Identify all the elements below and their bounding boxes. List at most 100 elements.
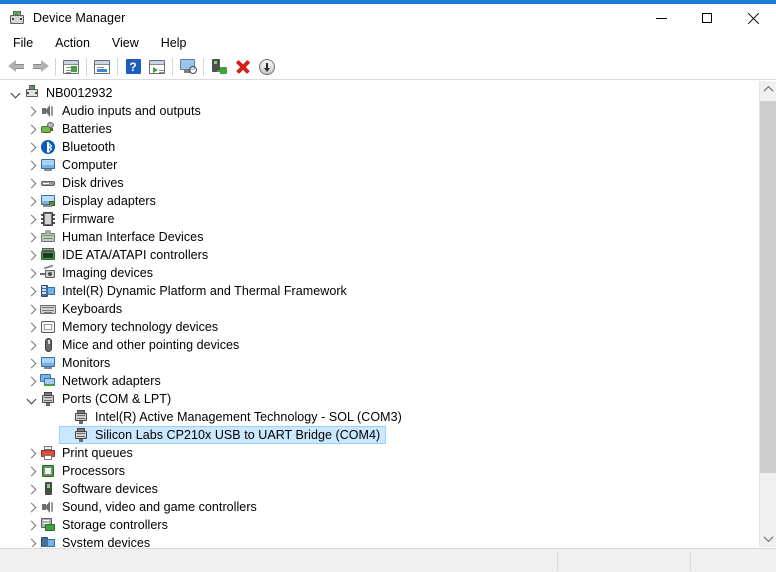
tree-row[interactable]: Intel(R) Active Management Technology - … (0, 408, 756, 426)
chevron-right-icon[interactable] (24, 516, 40, 534)
chevron-right-icon[interactable] (24, 534, 40, 547)
tree-row[interactable]: Human Interface Devices (0, 228, 756, 246)
scroll-thumb[interactable] (760, 101, 776, 473)
hid-icon (40, 229, 56, 245)
tree-row[interactable]: Imaging devices (0, 264, 756, 282)
tree-spacer (57, 426, 73, 444)
device-tree-pane[interactable]: NB0012932Audio inputs and outputsBatteri… (0, 81, 776, 547)
chevron-down-icon[interactable] (8, 84, 24, 102)
tree-row[interactable]: Bluetooth (0, 138, 756, 156)
window-title: Device Manager (33, 11, 125, 25)
tree-row-label: Memory technology devices (62, 318, 218, 336)
tree-row[interactable]: Print queues (0, 444, 756, 462)
minimize-button[interactable] (638, 4, 684, 32)
scroll-up-arrow[interactable] (760, 81, 776, 98)
firmware-chip-icon (40, 211, 56, 227)
port-icon (73, 409, 89, 425)
help-icon: ? (126, 59, 141, 74)
up-level-icon (63, 60, 79, 74)
computer-root-icon (24, 85, 40, 101)
tree-row[interactable]: Processors (0, 462, 756, 480)
toolbar-separator (172, 58, 173, 76)
tree-row[interactable]: NB0012932 (0, 84, 756, 102)
tree-row-label: Bluetooth (62, 138, 115, 156)
tree-row[interactable]: Software devices (0, 480, 756, 498)
tree-row[interactable]: IDE ATA/ATAPI controllers (0, 246, 756, 264)
tree-row-label: Display adapters (62, 192, 156, 210)
chevron-right-icon[interactable] (24, 336, 40, 354)
chevron-right-icon[interactable] (24, 174, 40, 192)
tree-row-label: Intel(R) Dynamic Platform and Thermal Fr… (62, 282, 347, 300)
tree-row-label: Imaging devices (62, 264, 153, 282)
chevron-right-icon[interactable] (24, 354, 40, 372)
chevron-right-icon[interactable] (24, 318, 40, 336)
tree-row-label: Mice and other pointing devices (62, 336, 239, 354)
tree-row[interactable]: Disk drives (0, 174, 756, 192)
menu-item-action[interactable]: Action (44, 34, 101, 53)
tree-row[interactable]: Mice and other pointing devices (0, 336, 756, 354)
maximize-button[interactable] (684, 4, 730, 32)
forward-arrow-icon (32, 60, 49, 73)
enable-device-button[interactable] (207, 55, 231, 79)
chevron-right-icon[interactable] (24, 120, 40, 138)
tree-row[interactable]: Intel(R) Dynamic Platform and Thermal Fr… (0, 282, 756, 300)
tree-row[interactable]: Firmware (0, 210, 756, 228)
scroll-down-arrow[interactable] (760, 530, 776, 547)
chevron-right-icon[interactable] (24, 498, 40, 516)
chevron-right-icon[interactable] (24, 372, 40, 390)
menu-item-help[interactable]: Help (150, 34, 198, 53)
uninstall-device-button[interactable] (231, 55, 255, 79)
menu-item-file[interactable]: File (9, 34, 44, 53)
chevron-down-icon[interactable] (24, 390, 40, 408)
enable-device-icon (211, 59, 227, 74)
tree-row[interactable]: Silicon Labs CP210x USB to UART Bridge (… (0, 426, 756, 444)
monitor-icon (40, 157, 56, 173)
bluetooth-icon (40, 139, 56, 155)
properties-button[interactable] (90, 55, 114, 79)
tree-row[interactable]: Display adapters (0, 192, 756, 210)
mouse-icon (40, 337, 56, 353)
menu-item-view[interactable]: View (101, 34, 150, 53)
chevron-right-icon[interactable] (24, 138, 40, 156)
tree-row[interactable]: System devices (0, 534, 756, 547)
tree-row[interactable]: Monitors (0, 354, 756, 372)
vertical-scrollbar[interactable] (759, 81, 776, 547)
forward-button[interactable] (28, 55, 52, 79)
chevron-right-icon[interactable] (24, 480, 40, 498)
tree-row[interactable]: Keyboards (0, 300, 756, 318)
tree-row-label: Disk drives (62, 174, 124, 192)
tree-row-label: Computer (62, 156, 117, 174)
close-button[interactable] (730, 4, 776, 32)
tree-row-label: Processors (62, 462, 125, 480)
tree-row[interactable]: Memory technology devices (0, 318, 756, 336)
chevron-right-icon[interactable] (24, 192, 40, 210)
chevron-right-icon[interactable] (24, 210, 40, 228)
up-one-level-button[interactable] (59, 55, 83, 79)
tree-row[interactable]: Storage controllers (0, 516, 756, 534)
chevron-right-icon[interactable] (24, 444, 40, 462)
tree-row[interactable]: Batteries (0, 120, 756, 138)
chevron-right-icon[interactable] (24, 156, 40, 174)
tree-row-label: Monitors (62, 354, 110, 372)
show-hidden-devices-button[interactable] (145, 55, 169, 79)
window-controls (638, 4, 776, 32)
chevron-right-icon[interactable] (24, 228, 40, 246)
chevron-right-icon[interactable] (24, 264, 40, 282)
tree-row-label: System devices (62, 534, 150, 547)
scan-for-hardware-changes-button[interactable] (176, 55, 200, 79)
chevron-right-icon[interactable] (24, 102, 40, 120)
tree-row[interactable]: Audio inputs and outputs (0, 102, 756, 120)
update-driver-button[interactable] (255, 55, 279, 79)
maximize-icon (702, 13, 712, 23)
tree-row[interactable]: Sound, video and game controllers (0, 498, 756, 516)
tree-row[interactable]: Computer (0, 156, 756, 174)
chevron-right-icon[interactable] (24, 282, 40, 300)
chevron-right-icon[interactable] (24, 300, 40, 318)
display-adapter-icon (40, 193, 56, 209)
back-button[interactable] (4, 55, 28, 79)
chevron-right-icon[interactable] (24, 462, 40, 480)
tree-row[interactable]: Network adapters (0, 372, 756, 390)
tree-row[interactable]: Ports (COM & LPT) (0, 390, 756, 408)
help-button[interactable]: ? (121, 55, 145, 79)
chevron-right-icon[interactable] (24, 246, 40, 264)
